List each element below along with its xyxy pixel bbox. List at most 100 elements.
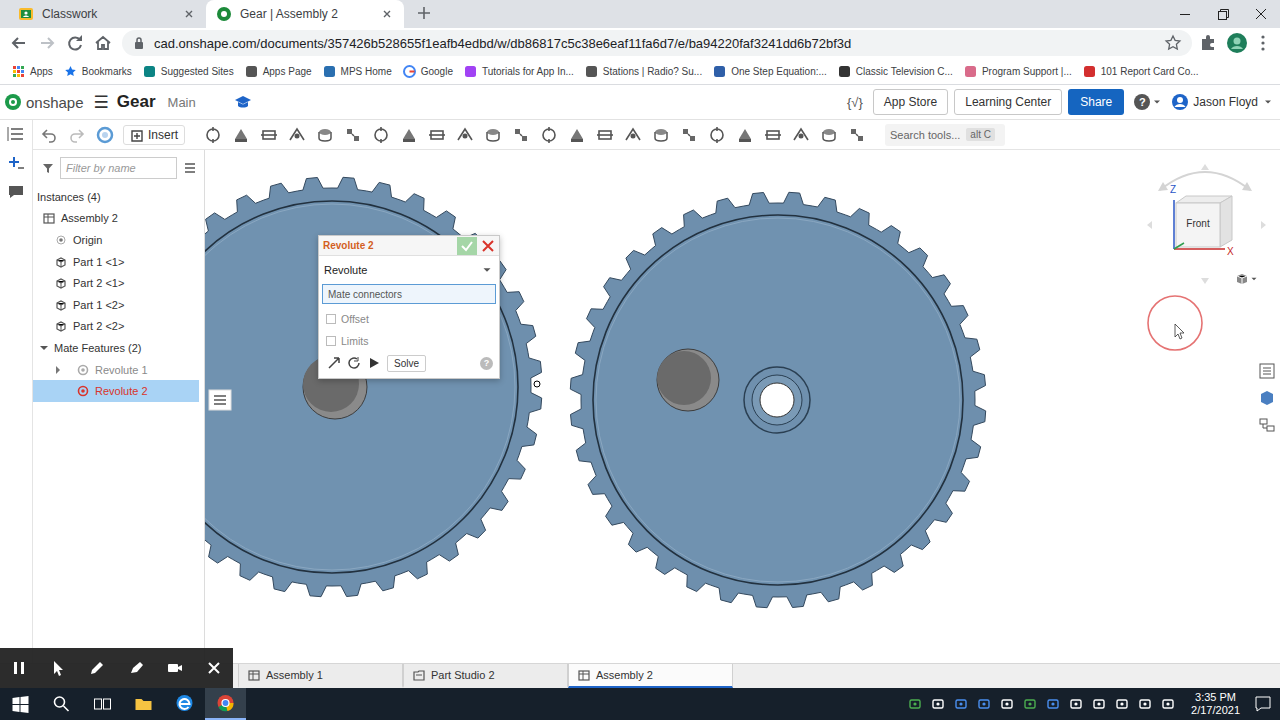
- bluetooth-icon[interactable]: [977, 697, 991, 711]
- option-row[interactable]: Offset: [322, 308, 496, 330]
- bookmark[interactable]: MPS Home: [323, 65, 392, 78]
- close-window-icon[interactable]: [1242, 0, 1280, 28]
- restore-icon[interactable]: [1204, 0, 1242, 28]
- mate-connector-point[interactable]: [534, 381, 540, 387]
- bookmark[interactable]: Program Support |...: [964, 65, 1072, 78]
- section-view-icon[interactable]: [735, 125, 755, 145]
- comments-icon[interactable]: [6, 182, 26, 202]
- limits-icon[interactable]: [679, 125, 699, 145]
- minimize-icon[interactable]: [1166, 0, 1204, 28]
- clock[interactable]: 3:35 PM2/17/2021: [1185, 688, 1246, 720]
- caret-right-icon[interactable]: [53, 365, 63, 375]
- dropbox-icon[interactable]: [954, 697, 968, 711]
- home-icon[interactable]: [92, 32, 114, 54]
- option-checkbox[interactable]: [326, 314, 336, 324]
- highlighter-icon[interactable]: [127, 659, 145, 677]
- planar-mate-icon[interactable]: [315, 125, 335, 145]
- measure-icon[interactable]: [707, 125, 727, 145]
- ball-mate-icon[interactable]: [399, 125, 419, 145]
- redo-icon[interactable]: [67, 125, 87, 145]
- document-name[interactable]: Gear: [117, 92, 156, 112]
- bom-panel-icon[interactable]: [1258, 389, 1276, 407]
- pen-icon[interactable]: [88, 659, 106, 677]
- document-tab[interactable]: Part Studio 2: [403, 664, 568, 688]
- tangent-mate-icon[interactable]: [455, 125, 475, 145]
- workspace-name[interactable]: Main: [168, 95, 196, 110]
- close-icon[interactable]: [380, 7, 394, 21]
- omnibox[interactable]: cad.onshape.com/documents/357426b528655f…: [122, 30, 1192, 56]
- bookmark[interactable]: Apps Page: [245, 65, 312, 78]
- cylindrical-mate-icon[interactable]: [343, 125, 363, 145]
- task-view-icon[interactable]: [82, 688, 123, 720]
- fasten-mate-icon[interactable]: [231, 125, 251, 145]
- bookmark[interactable]: Bookmarks: [64, 65, 132, 78]
- named-positions-icon[interactable]: [791, 125, 811, 145]
- filter-funnel-icon[interactable]: [41, 161, 55, 175]
- rack-relation-icon[interactable]: [539, 125, 559, 145]
- profile-avatar-icon[interactable]: [1226, 32, 1248, 54]
- security-icon[interactable]: [1023, 697, 1037, 711]
- accept-check-icon[interactable]: [457, 237, 477, 255]
- filter-input[interactable]: Filter by name: [60, 157, 177, 179]
- feature-list-icon[interactable]: [6, 124, 26, 144]
- instance-row[interactable]: Part 1 <2>: [33, 294, 204, 316]
- keyboard-icon[interactable]: [1138, 697, 1152, 711]
- explode-icon[interactable]: [763, 125, 783, 145]
- speaker-icon[interactable]: [1115, 697, 1129, 711]
- bookmark-star-icon[interactable]: [1164, 34, 1182, 52]
- bookmark[interactable]: Stations | Radio? Su...: [585, 65, 702, 78]
- forward-arrow-icon[interactable]: [36, 32, 58, 54]
- pin-slot-mate-icon[interactable]: [371, 125, 391, 145]
- replicate-icon[interactable]: [203, 125, 223, 145]
- pen-tablet-icon[interactable]: [1000, 697, 1014, 711]
- user-menu[interactable]: Jason Floyd: [1171, 93, 1274, 111]
- bookmark[interactable]: Classic Television C...: [838, 65, 953, 78]
- width-mate-icon[interactable]: [483, 125, 503, 145]
- display-icon[interactable]: [1046, 697, 1060, 711]
- list-options-icon[interactable]: [182, 160, 198, 176]
- screw-relation-icon[interactable]: [567, 125, 587, 145]
- cube-face-label[interactable]: Front: [1176, 218, 1220, 229]
- parallel-mate-icon[interactable]: [427, 125, 447, 145]
- reorient-icon[interactable]: [347, 356, 361, 370]
- bill-of-materials-icon[interactable]: [819, 125, 839, 145]
- bookmark[interactable]: Suggested Sites: [143, 65, 234, 78]
- close-recorder-icon[interactable]: [205, 659, 223, 677]
- instance-row[interactable]: Origin: [33, 229, 204, 251]
- browser-tab[interactable]: Classwork: [8, 0, 206, 28]
- appearance-panel-icon[interactable]: [1258, 362, 1276, 380]
- onedrive-icon[interactable]: [1161, 697, 1175, 711]
- mate-connector-icon[interactable]: [623, 125, 643, 145]
- document-tab[interactable]: Assembly 1: [238, 664, 403, 688]
- more-menu-icon[interactable]: [1254, 32, 1272, 54]
- bookmark[interactable]: Apps: [12, 65, 53, 78]
- linear-relation-icon[interactable]: [595, 125, 615, 145]
- flip-direction-icon[interactable]: [327, 356, 341, 370]
- bookmark[interactable]: Google: [403, 65, 453, 78]
- bookmark[interactable]: Tutorials for App In...: [464, 65, 574, 78]
- insert-button[interactable]: Insert: [123, 125, 185, 145]
- instance-row[interactable]: Assembly 2: [33, 208, 204, 230]
- main-menu-button[interactable]: ☰: [94, 92, 109, 113]
- browser-tab[interactable]: Gear | Assembly 2: [206, 0, 404, 28]
- mate-values-panel-icon[interactable]: [1258, 416, 1276, 434]
- onshape-logo[interactable]: onshape: [4, 93, 84, 111]
- solve-button[interactable]: Solve: [387, 355, 426, 372]
- slider-mate-icon[interactable]: [287, 125, 307, 145]
- instance-row[interactable]: Part 2 <2>: [33, 316, 204, 338]
- left-gear[interactable]: [205, 177, 542, 596]
- pointer-icon[interactable]: [49, 659, 67, 677]
- caret-down-icon[interactable]: [39, 343, 49, 353]
- mate-row[interactable]: Revolute 2: [33, 380, 199, 402]
- mate-type-dropdown[interactable]: Revolute: [322, 258, 496, 282]
- webcam-icon[interactable]: [166, 659, 184, 677]
- app-store-button[interactable]: App Store: [873, 89, 948, 115]
- reload-icon[interactable]: [64, 32, 86, 54]
- bookmark[interactable]: One Step Equation:...: [713, 65, 827, 78]
- properties-icon[interactable]: [847, 125, 867, 145]
- instance-row[interactable]: Part 2 <1>: [33, 272, 204, 294]
- mate-row[interactable]: Revolute 1: [33, 359, 199, 381]
- code-button[interactable]: {√}: [847, 95, 863, 110]
- view-cube[interactable]: FrontZX: [1145, 158, 1270, 288]
- file-explorer-icon[interactable]: [123, 688, 164, 720]
